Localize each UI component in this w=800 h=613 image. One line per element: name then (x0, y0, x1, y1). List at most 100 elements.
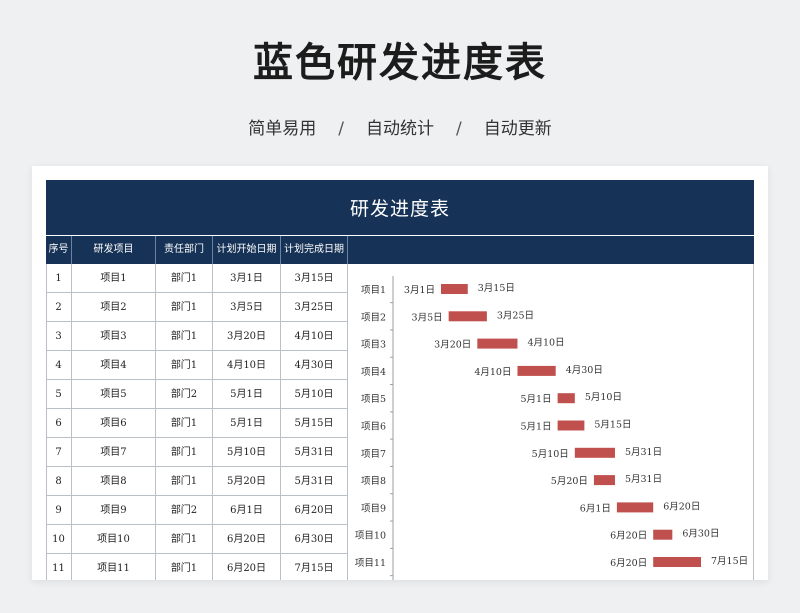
spreadsheet: 研发进度表 序号 研发项目 责任部门 计划开始日期 计划完成日期 1 项目1 部门1… (46, 180, 754, 580)
bar-start-label: 5月1日 (521, 422, 552, 433)
bar-start-label: 3月5日 (412, 312, 443, 323)
bar-start-label: 6月1日 (580, 503, 611, 514)
bar-end-label: 6月20日 (663, 501, 700, 512)
cell-project: 项目4 (72, 351, 156, 380)
cell-end: 3月25日 (281, 293, 348, 322)
y-tick-label: 项目6 (361, 422, 386, 433)
cell-dept: 部门1 (156, 264, 213, 293)
bar-end-label: 4月30日 (566, 365, 603, 376)
cell-dept: 部门1 (156, 293, 213, 322)
bar-end-label: 5月31日 (625, 474, 662, 485)
table-row: 9 项目9 部门2 6月1日 6月20日 (46, 496, 348, 525)
gantt-bar (557, 420, 585, 431)
cell-dept: 部门1 (156, 351, 213, 380)
gantt-bar (653, 557, 701, 567)
y-tick-label: 项目2 (361, 312, 386, 323)
tag-separator: / (456, 119, 462, 139)
y-tick-label: 项目1 (361, 285, 386, 296)
sheet-card: 研发进度表 序号 研发项目 责任部门 计划开始日期 计划完成日期 1 项目1 部门1… (32, 166, 768, 580)
header-start: 计划开始日期 (213, 236, 281, 264)
bar-end-label: 6月30日 (682, 529, 719, 540)
cell-project: 项目7 (72, 438, 156, 467)
cell-end: 6月20日 (281, 496, 348, 525)
cell-no: 3 (46, 322, 72, 351)
cell-dept: 部门1 (156, 322, 213, 351)
gantt-bar (616, 502, 654, 513)
sheet-banner: 研发进度表 (46, 180, 754, 235)
gantt-svg: 项目1 3月1日 3月15日项目2 3月5日 3月25日项目3 3月20日 4月10日项目4… (355, 276, 748, 580)
tag-separator: / (338, 119, 344, 139)
cell-end: 4月30日 (281, 351, 348, 380)
y-tick-label: 项目3 (361, 340, 386, 351)
cell-project: 项目6 (72, 409, 156, 438)
table-row: 8 项目8 部门1 5月20日 5月31日 (46, 467, 348, 496)
tag-easy: 简单易用 (248, 119, 317, 139)
table-row: 6 项目6 部门1 5月1日 5月15日 (46, 409, 348, 438)
cell-start: 3月20日 (213, 322, 281, 351)
table-row: 11 项目11 部门1 6月20日 7月15日 (46, 554, 348, 580)
y-tick-label: 项目7 (361, 449, 386, 460)
cell-dept: 部门1 (156, 467, 213, 496)
cell-no: 11 (46, 554, 72, 580)
cell-end: 3月15日 (281, 264, 348, 293)
cell-end: 6月30日 (281, 525, 348, 554)
cell-no: 4 (46, 351, 72, 380)
cell-start: 3月5日 (213, 293, 281, 322)
table-row: 4 项目4 部门1 4月10日 4月30日 (46, 351, 348, 380)
cell-start: 3月1日 (213, 264, 281, 293)
bar-end-label: 5月10日 (585, 392, 622, 403)
cell-project: 项目8 (72, 467, 156, 496)
cell-no: 5 (46, 380, 72, 409)
gantt-bar (441, 284, 468, 294)
bar-start-label: 4月10日 (474, 367, 511, 378)
cell-dept: 部门1 (156, 525, 213, 554)
bar-start-label: 5月1日 (521, 394, 552, 405)
gantt-bar (557, 393, 575, 404)
header-end: 计划完成日期 (281, 236, 348, 264)
bar-start-label: 3月20日 (434, 340, 471, 351)
header-row: 序号 研发项目 责任部门 计划开始日期 计划完成日期 (46, 236, 754, 264)
y-tick-label: 项目10 (355, 531, 386, 542)
gantt-chart: 项目1 3月1日 3月15日 项目2 3月5日 3月25日 项目3 3月20日 4月10日 项目4… (349, 264, 754, 580)
tag-auto-stats: 自动统计 (366, 119, 434, 139)
cell-end: 4月10日 (281, 322, 348, 351)
cell-no: 1 (46, 264, 72, 293)
gantt-bar (593, 475, 615, 486)
bar-end-label: 5月31日 (625, 447, 662, 458)
bar-end-label: 3月25日 (497, 310, 534, 321)
table-row: 3 项目3 部门1 3月20日 4月10日 (46, 322, 348, 351)
cell-project: 项目1 (72, 264, 156, 293)
bar-end-label: 7月15日 (711, 556, 748, 567)
cell-no: 7 (46, 438, 72, 467)
cell-start: 6月1日 (213, 496, 281, 525)
cell-dept: 部门1 (156, 554, 213, 580)
cell-project: 项目3 (72, 322, 156, 351)
cell-no: 6 (46, 409, 72, 438)
cell-start: 4月10日 (213, 351, 281, 380)
cell-end: 7月15日 (281, 554, 348, 580)
cell-start: 5月10日 (213, 438, 281, 467)
cell-start: 5月1日 (213, 380, 281, 409)
header-dept: 责任部门 (156, 236, 213, 264)
cell-end: 5月10日 (281, 380, 348, 409)
y-tick-label: 项目5 (361, 394, 386, 405)
cell-start: 6月20日 (213, 525, 281, 554)
cell-project: 项目11 (72, 554, 156, 580)
table-row: 10 项目10 部门1 6月20日 6月30日 (46, 525, 348, 554)
bar-end-label: 5月15日 (594, 420, 631, 431)
gantt-bar (517, 365, 556, 376)
cell-dept: 部门1 (156, 438, 213, 467)
table-row: 1 项目1 部门1 3月1日 3月15日 (46, 264, 348, 293)
cell-end: 5月15日 (281, 409, 348, 438)
cell-dept: 部门1 (156, 409, 213, 438)
bar-start-label: 6月20日 (610, 558, 647, 569)
y-tick-label: 项目11 (355, 558, 386, 569)
header-project: 研发项目 (72, 236, 156, 264)
cell-end: 5月31日 (281, 438, 348, 467)
gantt-bar (448, 311, 487, 322)
cell-project: 项目5 (72, 380, 156, 409)
header-no: 序号 (46, 236, 72, 264)
y-tick-label: 项目4 (361, 367, 386, 378)
bar-start-label: 3月1日 (404, 285, 435, 296)
cell-no: 8 (46, 467, 72, 496)
